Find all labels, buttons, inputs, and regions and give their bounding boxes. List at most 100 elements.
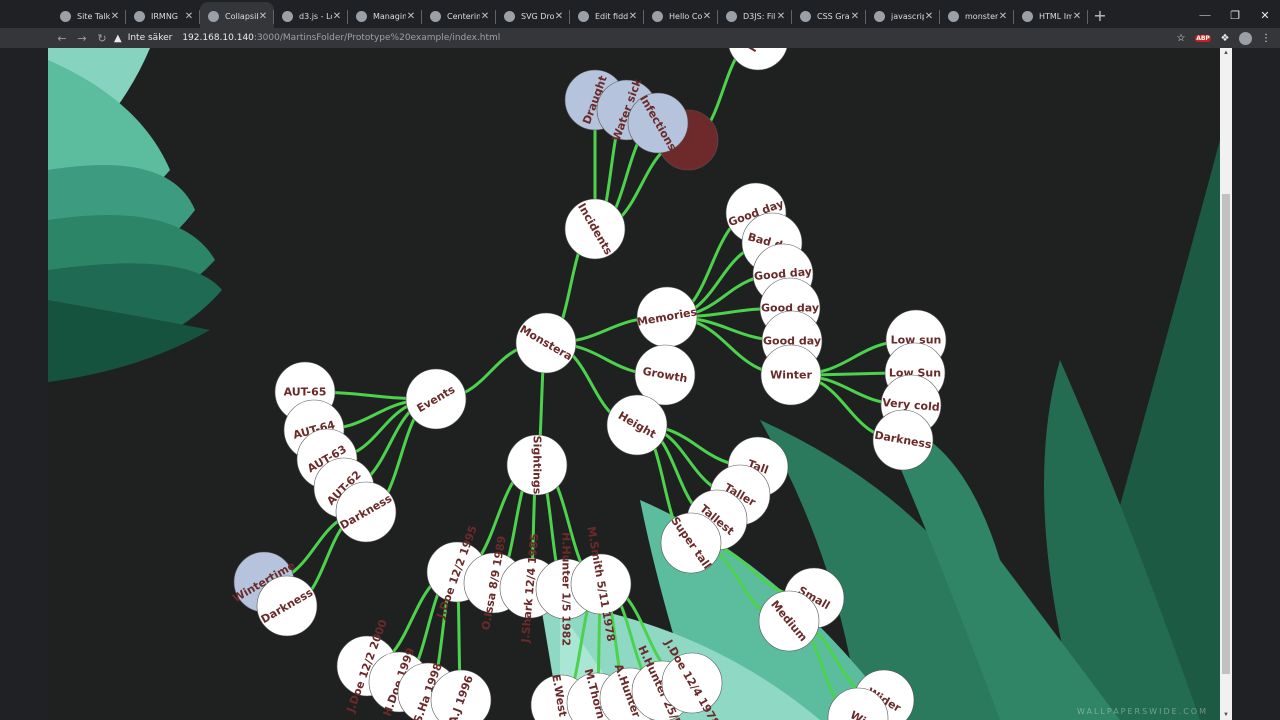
- tab-favicon-icon: [356, 10, 367, 22]
- tab-title: D3JS: Fill: [743, 11, 776, 21]
- tree-node-memories[interactable]: Memories: [636, 286, 698, 348]
- tree-node-top[interactable]: Fam: [728, 48, 788, 71]
- tab-close-icon[interactable]: ✕: [554, 11, 564, 22]
- tab-close-icon[interactable]: ✕: [110, 11, 120, 22]
- tab-favicon-icon: [874, 10, 885, 22]
- tree-node-darkness1[interactable]: Darkness: [872, 409, 934, 471]
- security-label: Inte säker: [127, 33, 173, 43]
- browser-tab[interactable]: IRMNG ✕: [126, 2, 200, 30]
- tab-close-icon[interactable]: ✕: [628, 11, 638, 22]
- tab-title: monstera: [965, 11, 998, 21]
- tab-close-icon[interactable]: ✕: [776, 11, 786, 22]
- tab-title: IRMNG: [151, 11, 179, 21]
- tree-node-label: AUT-65: [284, 386, 327, 399]
- browser-tab[interactable]: SVG Drop✕: [496, 2, 570, 30]
- bookmark-star-icon[interactable]: ☆: [1173, 33, 1189, 44]
- tab-favicon-icon: [208, 10, 219, 22]
- url-path: :3000/MartinsFolder/Prototype%20example/…: [253, 33, 501, 43]
- browser-tab[interactable]: d3.js - Loa✕: [274, 2, 348, 30]
- tree-node-infections[interactable]: Infections: [627, 92, 689, 153]
- tab-close-icon[interactable]: ✕: [1072, 11, 1082, 22]
- tab-favicon-icon: [800, 10, 811, 22]
- tab-title: javascript: [891, 11, 924, 21]
- browser-tab[interactable]: HTML Ima✕: [1014, 2, 1088, 30]
- tab-separator: [1087, 10, 1088, 24]
- watermark: WALLPAPERSWIDE.COM: [1077, 707, 1208, 716]
- url-host: 192.168.10.140: [182, 33, 254, 43]
- tree-canvas[interactable]: MonsteraIncidentsMemoriesGrowthHeightEve…: [48, 48, 1220, 720]
- tab-close-icon[interactable]: ✕: [258, 11, 268, 22]
- tab-title: Centering: [447, 11, 480, 21]
- profile-avatar[interactable]: [1239, 31, 1252, 45]
- tab-close-icon[interactable]: ✕: [924, 11, 934, 22]
- tab-favicon-icon: [726, 10, 737, 22]
- tree-node-label: H.Hunter 1/5 1982: [560, 532, 573, 646]
- tab-title: Hello Colo: [669, 11, 702, 21]
- browser-tab[interactable]: monstera✕: [940, 2, 1014, 30]
- window-controls: — ❐ ✕: [1190, 0, 1280, 30]
- browser-tab[interactable]: Collapsible✕: [200, 2, 274, 30]
- tab-close-icon[interactable]: ✕: [332, 11, 342, 22]
- tab-close-icon[interactable]: ✕: [480, 11, 490, 22]
- tree-node-events[interactable]: Events: [405, 368, 467, 430]
- browser-tab[interactable]: CSS Gradie✕: [792, 2, 866, 30]
- browser-tab[interactable]: Managing✕: [348, 2, 422, 30]
- tree-node-monstera[interactable]: Monstera: [515, 312, 577, 374]
- tree-node-label: Winter: [770, 369, 812, 382]
- tab-favicon-icon: [652, 10, 663, 22]
- page-viewport: Monstera Incidents Memories Growth Height Eve…: [48, 48, 1220, 720]
- warning-icon: ▲: [114, 32, 122, 44]
- tree-node-darkness3[interactable]: Darkness: [256, 575, 318, 637]
- tab-title: CSS Gradie: [817, 11, 850, 21]
- back-button[interactable]: ←: [52, 32, 72, 45]
- tab-favicon-icon: [430, 10, 441, 22]
- tab-title: HTML Ima: [1039, 11, 1072, 21]
- tab-favicon-icon: [60, 10, 71, 22]
- tab-title: Site Talk fo: [77, 11, 110, 21]
- tree-node-label: Sightings: [531, 436, 544, 495]
- adblock-icon[interactable]: ABP: [1195, 34, 1211, 42]
- browser-tab[interactable]: javascript✕: [866, 2, 940, 30]
- reload-button[interactable]: ↻: [92, 32, 112, 45]
- tab-title: d3.js - Loa: [299, 11, 332, 21]
- minimize-button[interactable]: —: [1190, 0, 1220, 30]
- close-window-button[interactable]: ✕: [1250, 0, 1280, 30]
- menu-icon[interactable]: ⋮: [1258, 33, 1274, 44]
- tree-node-winter[interactable]: Winter: [760, 344, 822, 406]
- tree-node-sightings[interactable]: Sightings: [506, 434, 568, 496]
- tree-node-medium[interactable]: Medium: [758, 590, 820, 652]
- tab-favicon-icon: [948, 10, 959, 22]
- tab-favicon-icon: [134, 10, 145, 22]
- tree-node-height[interactable]: Height: [606, 394, 668, 456]
- browser-tab[interactable]: Site Talk fo✕: [52, 2, 126, 30]
- tab-title: SVG Drop: [521, 11, 554, 21]
- scroll-down-arrow[interactable]: ▼: [1220, 710, 1232, 720]
- browser-toolbar: ← → ↻ ▲ Inte säker 192.168.10.140 :3000/…: [0, 28, 1280, 48]
- page-scrollbar[interactable]: ▲ ▼: [1220, 48, 1232, 720]
- maximize-button[interactable]: ❐: [1220, 0, 1250, 30]
- tree-node-incidents[interactable]: Incidents: [564, 198, 626, 260]
- address-bar[interactable]: ▲ Inte säker 192.168.10.140 :3000/Martin…: [114, 28, 1150, 48]
- tab-strip: Site Talk fo✕IRMNG✕Collapsible✕d3.js - L…: [0, 0, 1280, 30]
- tab-favicon-icon: [1022, 10, 1033, 22]
- scroll-thumb[interactable]: [1222, 194, 1230, 674]
- browser-tab[interactable]: Edit fiddle✕: [570, 2, 644, 30]
- tab-close-icon[interactable]: ✕: [998, 11, 1008, 22]
- tab-favicon-icon: [504, 10, 515, 22]
- tree-node-supertall[interactable]: Super tall: [660, 512, 722, 574]
- forward-button[interactable]: →: [72, 32, 92, 45]
- browser-tab[interactable]: Centering✕: [422, 2, 496, 30]
- toolbar-actions: ☆ ABP ❖ ⋮: [1173, 28, 1274, 48]
- browser-tab[interactable]: D3JS: Fill ✕: [718, 2, 792, 30]
- tab-close-icon[interactable]: ✕: [850, 11, 860, 22]
- new-tab-button[interactable]: +: [1088, 2, 1112, 30]
- tree-node-darkness2[interactable]: Darkness: [335, 481, 397, 543]
- tab-close-icon[interactable]: ✕: [184, 11, 194, 22]
- tab-close-icon[interactable]: ✕: [406, 11, 416, 22]
- tab-title: Collapsible: [225, 11, 258, 21]
- tab-favicon-icon: [282, 10, 293, 22]
- extensions-icon[interactable]: ❖: [1217, 33, 1233, 44]
- browser-tab[interactable]: Hello Colo✕: [644, 2, 718, 30]
- tab-close-icon[interactable]: ✕: [702, 11, 712, 22]
- scroll-up-arrow[interactable]: ▲: [1220, 48, 1232, 58]
